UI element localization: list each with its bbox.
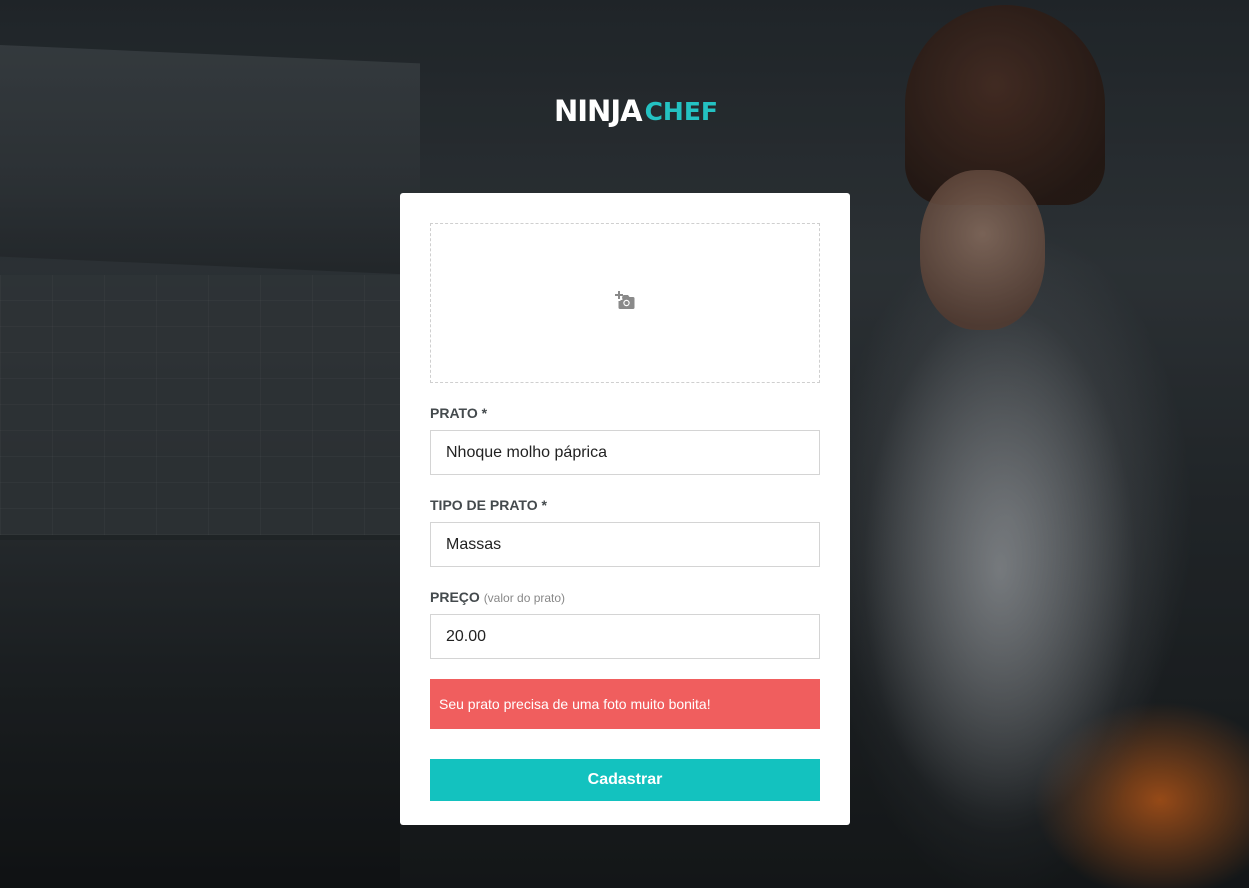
submit-button[interactable]: Cadastrar <box>430 759 820 801</box>
error-alert: Seu prato precisa de uma foto muito boni… <box>430 679 820 729</box>
dish-name-input[interactable] <box>430 430 820 475</box>
price-input[interactable] <box>430 614 820 659</box>
brand-logo: NINJA CHEF <box>554 88 718 134</box>
dish-name-label-text: PRATO * <box>430 405 488 421</box>
price-hint: (valor do prato) <box>483 591 566 605</box>
photo-dropzone[interactable] <box>430 223 820 383</box>
brand-name-part1: NINJA <box>554 94 643 128</box>
brand-name-part2: CHEF <box>644 96 719 126</box>
dish-name-label: PRATO * <box>430 405 820 421</box>
dish-type-label: TIPO DE PRATO * <box>430 497 820 513</box>
price-label: PREÇO (valor do prato) <box>430 589 820 605</box>
dish-type-input[interactable] <box>430 522 820 567</box>
dish-type-label-text: TIPO DE PRATO * <box>430 497 547 513</box>
dish-form-card: PRATO * TIPO DE PRATO * PREÇO (valor do … <box>400 193 850 825</box>
add-photo-icon <box>614 290 636 316</box>
price-label-text: PREÇO <box>430 589 480 605</box>
